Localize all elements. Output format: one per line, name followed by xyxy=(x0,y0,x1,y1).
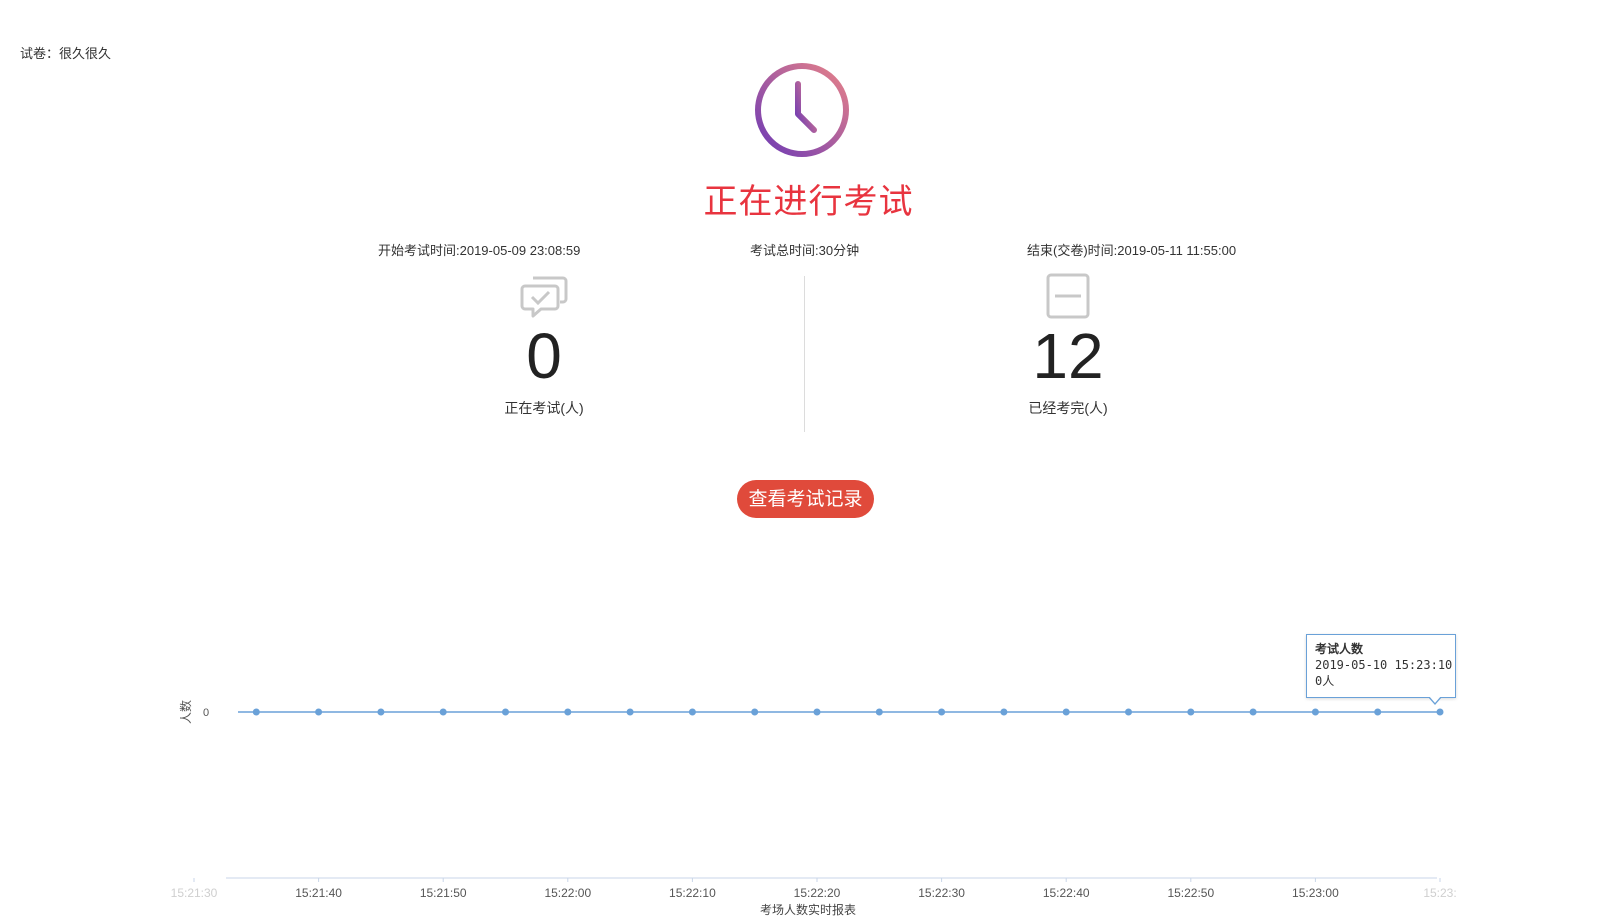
chat-check-icon xyxy=(520,276,568,318)
data-point xyxy=(1125,708,1132,716)
x-tick-label: 15:22:10 xyxy=(669,886,716,900)
x-tick-label: 15:22:30 xyxy=(918,886,965,900)
tooltip-title: 考试人数 xyxy=(1315,642,1364,656)
y-axis-label: 人数 xyxy=(178,700,193,724)
exam-start-time: 开始考试时间:2019-05-09 23:08:59 xyxy=(378,243,581,258)
data-point xyxy=(875,708,883,716)
in-progress-count: 0 xyxy=(526,320,562,392)
data-point xyxy=(502,708,509,716)
data-point xyxy=(688,708,696,716)
exam-end-time: 结束(交卷)时间:2019-05-11 11:55:00 xyxy=(1027,243,1237,258)
tooltip-value: 0人 xyxy=(1315,674,1335,688)
data-point xyxy=(1311,708,1319,716)
x-tick-label: 15:22:20 xyxy=(794,886,841,900)
x-tick-label: 15:21:50 xyxy=(420,886,467,900)
data-point xyxy=(1249,708,1257,716)
x-tick-label: 15:23: xyxy=(1423,886,1456,900)
data-point xyxy=(1000,708,1008,716)
data-point xyxy=(1062,708,1070,716)
x-axis-title: 考场人数实时报表 xyxy=(760,902,856,917)
tooltip-time: 2019-05-10 15:23:10 xyxy=(1315,658,1453,672)
stats-divider xyxy=(804,276,805,432)
in-progress-label: 正在考试(人) xyxy=(504,400,584,416)
data-point xyxy=(564,708,572,716)
exam-duration: 考试总时间:30分钟 xyxy=(750,243,860,258)
data-point xyxy=(813,708,821,716)
finished-label: 已经考完(人) xyxy=(1028,400,1108,416)
paper-title: 试卷：很久很久 xyxy=(20,46,112,61)
y-tick-label: 0 xyxy=(203,707,209,719)
x-tick-label: 15:21:40 xyxy=(295,886,342,900)
data-point xyxy=(751,708,759,716)
x-tick-label: 15:22:00 xyxy=(544,886,591,900)
data-point xyxy=(1436,708,1444,716)
minus-square-icon xyxy=(1046,273,1090,319)
stat-in-progress: 0 正在考试(人) xyxy=(434,272,654,418)
data-point xyxy=(626,708,634,716)
data-point xyxy=(315,708,323,716)
exam-status-title: 正在进行考试 xyxy=(703,183,914,221)
data-point xyxy=(1374,708,1382,716)
data-point xyxy=(252,708,260,716)
x-tick-label: 15:22:50 xyxy=(1167,886,1214,900)
data-point xyxy=(377,708,385,716)
data-point xyxy=(1187,708,1195,716)
stat-finished: 12 已经考完(人) xyxy=(958,272,1178,418)
finished-count: 12 xyxy=(1032,320,1104,392)
chart-tooltip: 考试人数 2019-05-10 15:23:10 0人 xyxy=(1306,634,1456,698)
clock-icon xyxy=(755,63,849,157)
view-records-button[interactable]: 查看考试记录 xyxy=(737,480,874,518)
data-point xyxy=(439,708,447,716)
x-tick-label: 15:23:00 xyxy=(1292,886,1339,900)
data-point xyxy=(938,708,946,716)
x-tick-label: 15:22:40 xyxy=(1043,886,1090,900)
x-tick-label: 15:21:30 xyxy=(171,886,218,900)
